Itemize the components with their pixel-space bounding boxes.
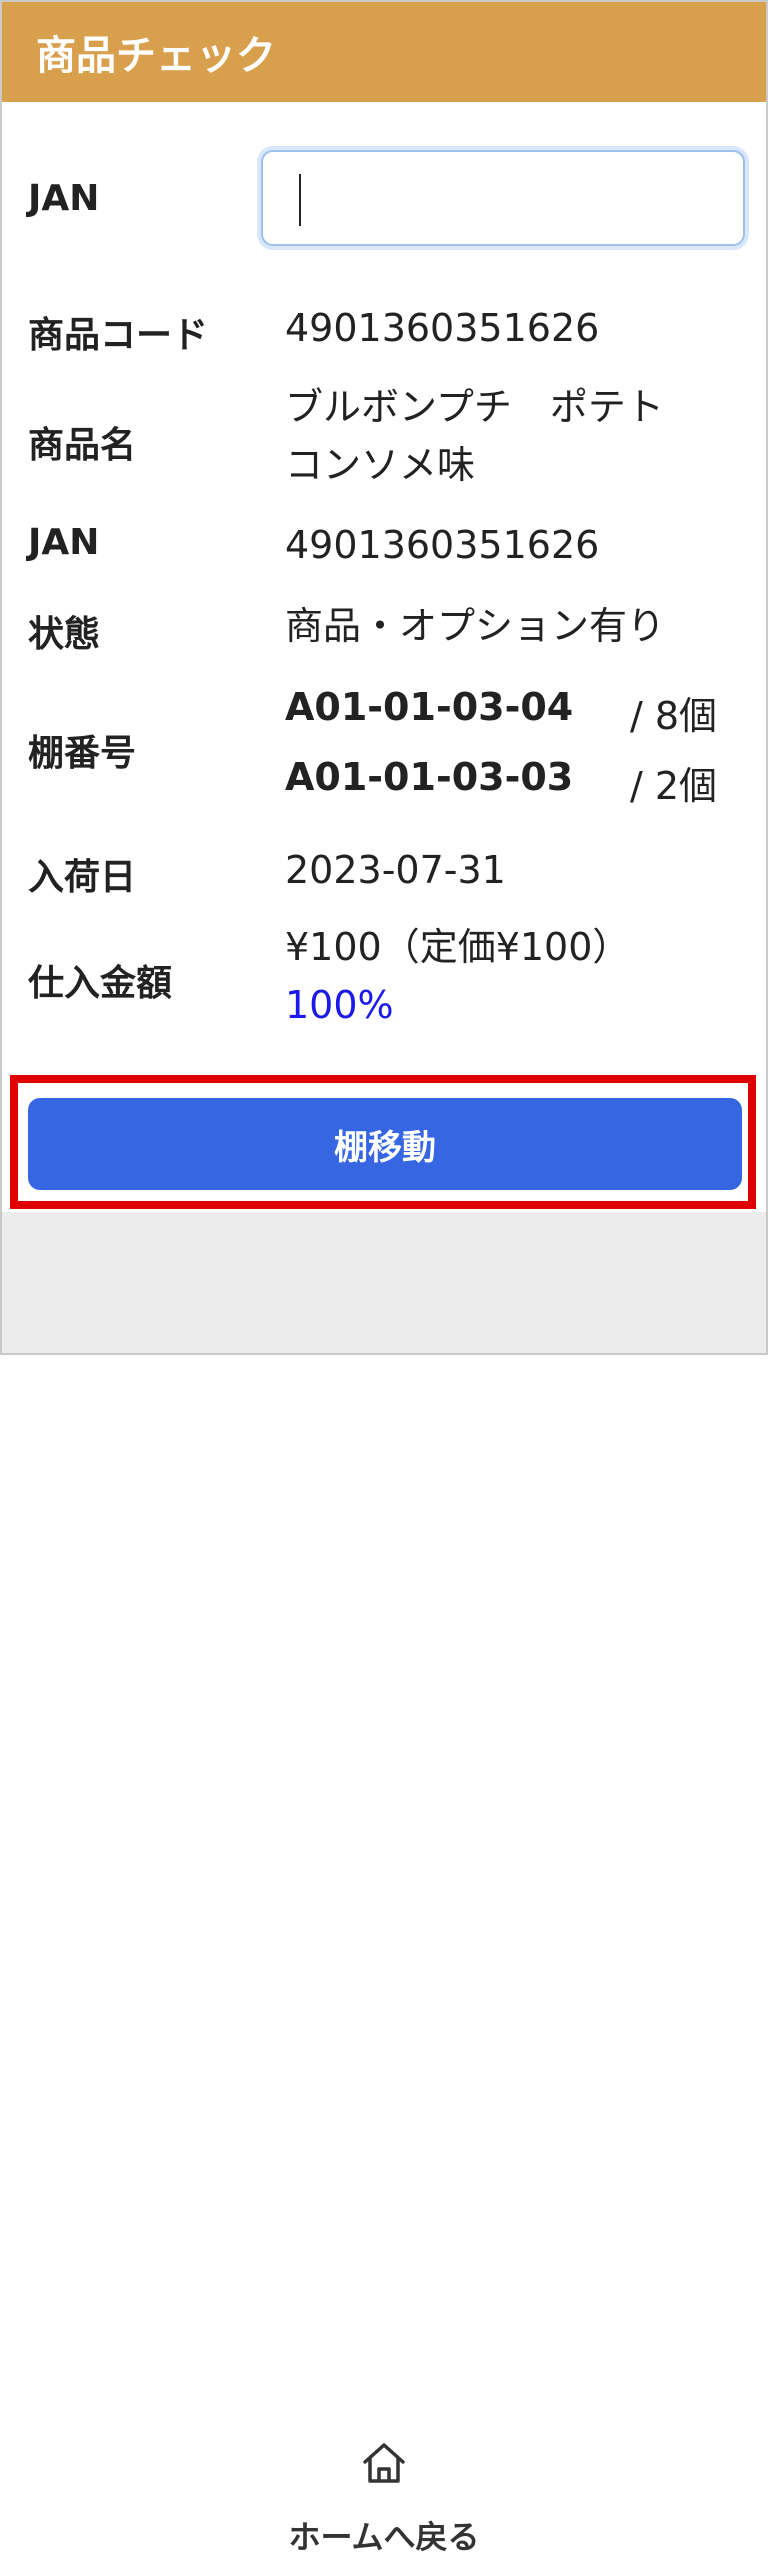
cost-value: ¥100（定価¥100）	[285, 925, 631, 969]
shelf-label: 棚番号	[28, 733, 137, 774]
page-title: 商品チェック	[36, 33, 276, 79]
shelf-code-1: A01-01-03-04	[285, 685, 574, 729]
product-name-line2: コンソメ味	[285, 443, 476, 487]
status-label: 状態	[28, 614, 101, 655]
home-label[interactable]: ホームへ戻る	[2, 2512, 766, 2558]
shelf-code-2: A01-01-03-03	[285, 755, 574, 799]
cost-label: 仕入金額	[28, 963, 173, 1004]
shelf-qty-1: / 8個	[630, 694, 718, 738]
arrival-date-label: 入荷日	[28, 857, 137, 898]
cost-percent: 100%	[285, 983, 394, 1027]
product-name-label: 商品名	[28, 425, 137, 466]
product-code-label: 商品コード	[28, 315, 209, 356]
move-shelf-button[interactable]: 棚移動	[28, 1098, 742, 1190]
status-value: 商品・オプション有り	[285, 604, 666, 648]
product-code-value: 4901360351626	[285, 306, 600, 350]
product-name-line1: ブルボンプチ ポテト	[285, 385, 664, 429]
jan-value: 4901360351626	[285, 523, 600, 567]
shelf-qty-2: / 2個	[630, 764, 718, 808]
footer-home-nav[interactable]: ホームへ戻る	[2, 1212, 766, 2556]
jan-input[interactable]	[261, 150, 745, 246]
arrival-date-value: 2023-07-31	[285, 848, 506, 892]
text-caret	[299, 174, 301, 226]
home-icon[interactable]	[359, 2438, 409, 2488]
jan-label: JAN	[28, 522, 100, 563]
jan-input-label: JAN	[28, 178, 100, 219]
app-frame: 商品チェック JAN 商品コード 4901360351626 商品名 ブルボンプ…	[0, 0, 768, 2556]
page-header: 商品チェック	[2, 2, 766, 102]
